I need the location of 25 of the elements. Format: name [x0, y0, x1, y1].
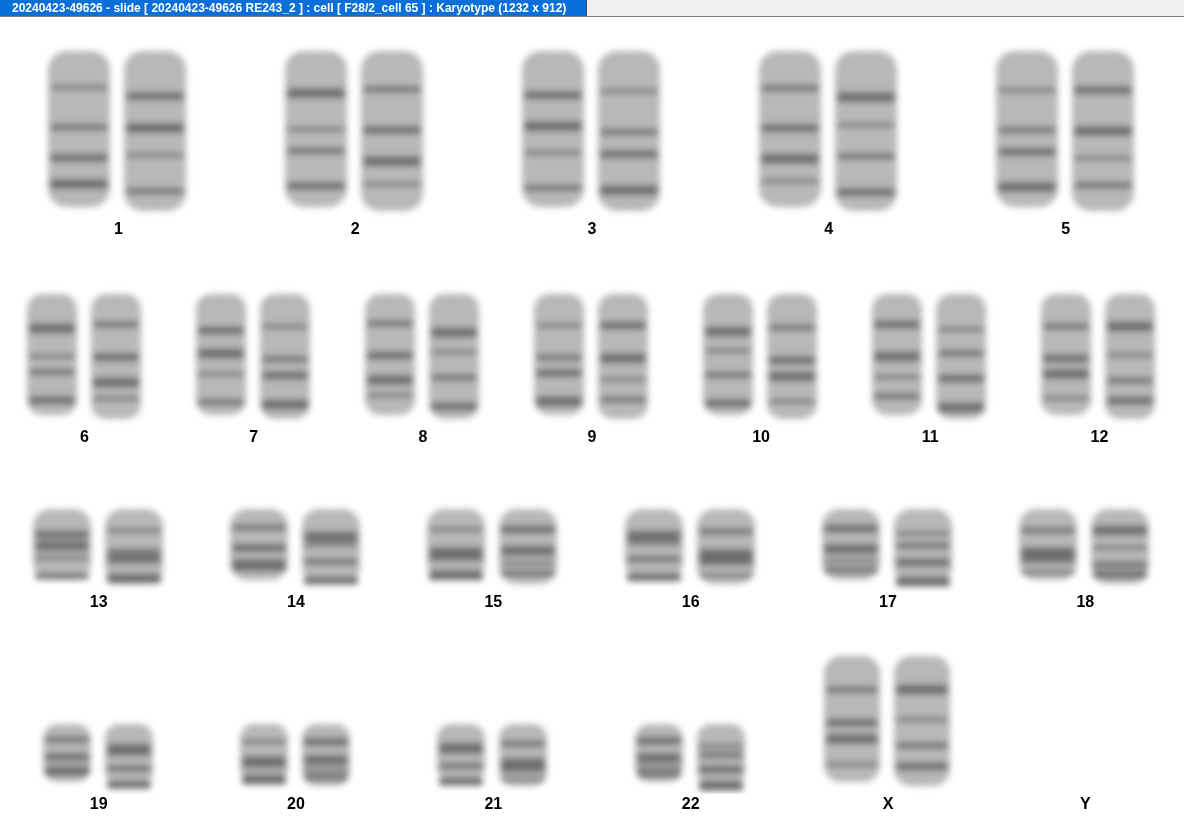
chromosome-label: 18 [1076, 592, 1095, 612]
chromosome-label: 19 [89, 794, 108, 814]
chromosome-label: 3 [587, 219, 597, 239]
chromosome-label: 7 [249, 427, 259, 447]
chromosome-label: 17 [879, 592, 897, 612]
chromosome-label: 22 [681, 794, 700, 814]
chromosome-label: 20 [287, 794, 305, 814]
chromosome-label: 15 [484, 592, 503, 612]
chromosome-label: Y [1079, 794, 1091, 814]
chromosome-label: 16 [681, 592, 700, 612]
chromosome-label: 8 [418, 427, 428, 447]
window-title: 20240423-49626 - slide [ 20240423-49626 RE243_2 ] : cell [ F28/2_cell 65 ] : Karyotype (1232 x 912) [0, 0, 588, 16]
chromosome-label: 14 [287, 592, 305, 612]
chromosome-label: 13 [89, 592, 108, 612]
chromosome-label: 2 [350, 219, 360, 239]
chromosome-label: 11 [921, 427, 939, 447]
chromosome-label: 9 [587, 427, 597, 447]
chromosome-label: 1 [113, 219, 123, 239]
chromosome-label: 10 [752, 427, 770, 447]
chromosome-label: 12 [1090, 427, 1109, 447]
chromosome-label: 6 [80, 427, 89, 447]
chromosome-label: 21 [484, 794, 503, 814]
chromosome-label: 4 [824, 219, 834, 239]
chromosome-label: X [882, 794, 894, 814]
chromosome-label: 5 [1061, 219, 1071, 239]
